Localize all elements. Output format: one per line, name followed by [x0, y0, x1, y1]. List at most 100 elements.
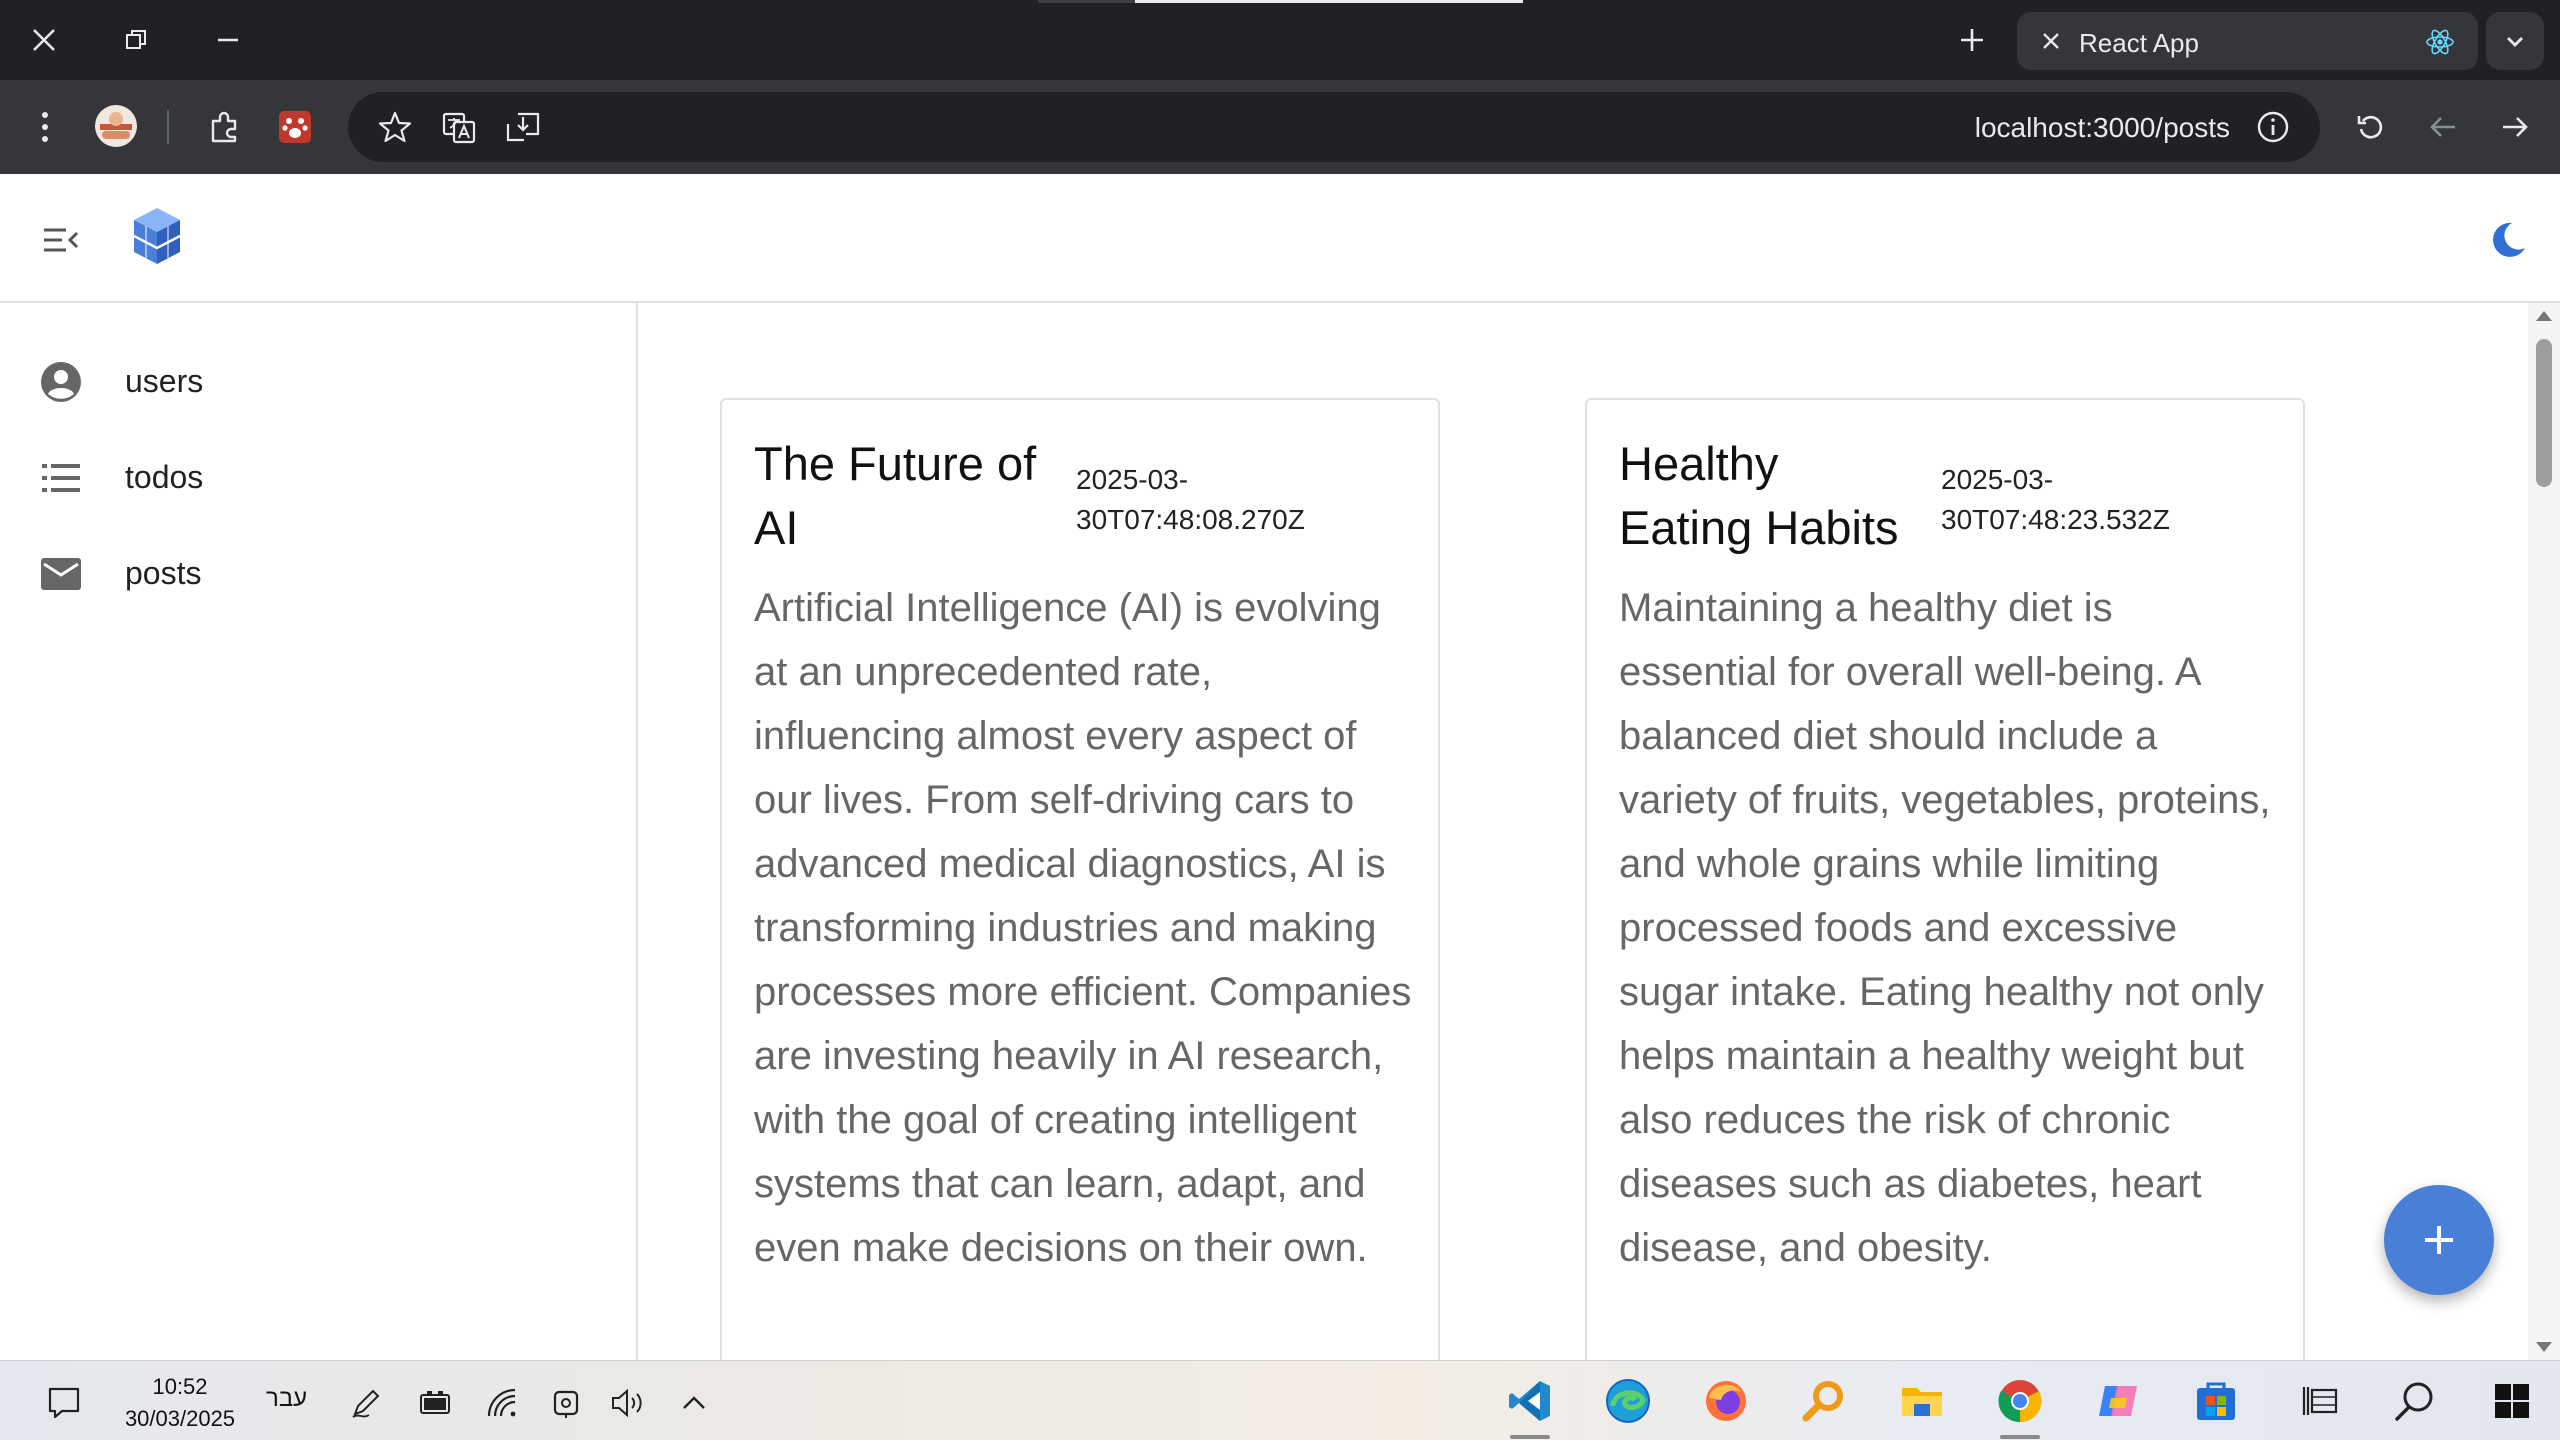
translate-icon[interactable] [440, 108, 478, 146]
taskbar-edge[interactable] [1604, 1377, 1652, 1425]
clock-time: 10:52 [152, 1374, 208, 1399]
restore-icon [126, 30, 146, 49]
input-language[interactable]: עבר [266, 1385, 307, 1413]
browser-tab[interactable]: React App [2017, 12, 2478, 70]
show-hidden-icons-button[interactable] [676, 1385, 712, 1421]
vscode-icon [1509, 1381, 1550, 1421]
wifi-indicator[interactable] [484, 1385, 520, 1421]
tab-title: React App [2079, 28, 2199, 58]
scroll-down-arrow-icon[interactable] [2536, 1342, 2552, 1352]
tab-search-button[interactable] [2486, 12, 2544, 70]
add-post-button[interactable] [2384, 1185, 2494, 1295]
sidebar-item-label: posts [125, 555, 202, 591]
reload-icon [2357, 115, 2383, 139]
reload-button[interactable] [2350, 106, 2392, 148]
sidebar-item-label: users [125, 363, 204, 399]
wifi-icon [487, 1388, 516, 1417]
chrome-icon [1998, 1380, 2042, 1423]
magnifier-orange-icon [1802, 1381, 1843, 1422]
extensions-button[interactable] [204, 106, 246, 148]
post-body: Maintaining a healthy diet is essential … [1619, 586, 2271, 1270]
os-taskbar: 10:52 30/03/2025 עבר [0, 1360, 2560, 1440]
sidebar-item-users[interactable]: users [0, 333, 636, 429]
post-title: The Future of AI [754, 437, 1037, 554]
task-view-icon [2302, 1387, 2338, 1415]
taskbar-copilot[interactable] [2094, 1377, 2142, 1425]
avatar [95, 105, 137, 147]
install-app-icon[interactable] [504, 108, 542, 146]
battery-indicator[interactable] [418, 1385, 454, 1421]
taskbar-store[interactable] [2192, 1377, 2240, 1425]
address-bar[interactable]: localhost:3000/posts [348, 92, 2320, 162]
taskbar-search[interactable] [2390, 1377, 2438, 1425]
mail-icon [41, 558, 81, 590]
url-text: localhost:3000/posts [1974, 112, 2230, 143]
taskbar-vscode[interactable] [1506, 1377, 1554, 1439]
menu-open-icon[interactable] [40, 220, 80, 260]
post-body: Artificial Intelligence (AI) is evolving… [754, 586, 1412, 1270]
store-icon [2197, 1382, 2235, 1420]
extension-button[interactable] [274, 106, 316, 148]
bookmark-star-icon[interactable] [378, 110, 412, 144]
scroll-up-arrow-icon[interactable] [2536, 311, 2552, 321]
window-minimize-button[interactable] [196, 14, 260, 66]
extension-paw-icon [279, 111, 311, 143]
account-circle-icon [41, 362, 81, 402]
windows-logo-icon [2495, 1384, 2529, 1418]
taskbar-task-view[interactable] [2296, 1377, 2344, 1425]
notification-icon [48, 1387, 80, 1419]
forward-button[interactable] [2422, 106, 2464, 148]
sidebar-item-todos[interactable]: todos [0, 429, 636, 525]
sidebar-item-posts[interactable]: posts [0, 525, 636, 621]
tab-close-icon[interactable] [2039, 29, 2063, 53]
posts-grid: The Future of AI 2025-03-30T07:48:08.270… [640, 303, 2520, 1360]
pen-menu-button[interactable] [348, 1385, 384, 1421]
taskbar-chrome[interactable] [1996, 1377, 2044, 1439]
app-logo-icon [133, 208, 181, 264]
camera-icon [553, 1390, 579, 1418]
new-tab-button[interactable] [1952, 20, 1992, 60]
window-close-button[interactable] [12, 14, 76, 66]
more-vertical-icon [42, 112, 48, 142]
post-date: 2025-03-30T07:48:08.270Z [1076, 464, 1305, 535]
dark-mode-toggle-icon[interactable] [2486, 218, 2530, 262]
search-icon [2395, 1382, 2433, 1421]
system-clock[interactable]: 10:52 30/03/2025 [112, 1371, 248, 1435]
back-button[interactable] [2494, 106, 2536, 148]
sidebar: users todos posts [0, 303, 638, 1360]
taskbar-search-app[interactable] [1800, 1377, 1848, 1425]
volume-indicator[interactable] [610, 1385, 646, 1421]
clock-date: 30/03/2025 [124, 1406, 236, 1431]
chevron-down-icon [2507, 37, 2523, 47]
close-icon [33, 29, 55, 51]
list-icon [42, 464, 80, 492]
folder-icon [1902, 1388, 1942, 1416]
plus-icon [2425, 1226, 2453, 1254]
edge-icon [1606, 1379, 1650, 1423]
taskbar-file-explorer[interactable] [1898, 1377, 1946, 1425]
site-info-icon[interactable] [2256, 110, 2290, 144]
taskbar-start[interactable] [2488, 1377, 2536, 1425]
scrollbar-thumb[interactable] [2536, 339, 2552, 487]
post-card: The Future of AI 2025-03-30T07:48:08.270… [720, 398, 1440, 1360]
notifications-button[interactable] [46, 1385, 82, 1421]
arrow-right-icon [2503, 117, 2528, 137]
post-date: 2025-03-30T07:48:23.532Z [1941, 464, 2170, 535]
page-scrollbar[interactable] [2528, 303, 2560, 1360]
window-restore-button[interactable] [104, 14, 168, 66]
firefox-icon [1706, 1381, 1746, 1421]
taskbar-firefox[interactable] [1702, 1377, 1750, 1425]
profile-avatar-button[interactable] [94, 104, 138, 148]
post-title: Healthy Eating Habits [1619, 437, 1899, 554]
app-header [0, 174, 2560, 303]
browser-menu-button[interactable] [24, 106, 66, 148]
page-load-progress [1038, 0, 1523, 3]
react-logo-icon [2426, 29, 2454, 55]
pen-icon [352, 1389, 380, 1418]
post-card: Healthy Eating Habits 2025-03-30T07:48:2… [1585, 398, 2305, 1360]
copilot-icon [2099, 1386, 2137, 1416]
meet-now-indicator[interactable] [548, 1385, 584, 1421]
battery-icon [420, 1391, 450, 1414]
chevron-up-icon [683, 1396, 705, 1409]
browser-toolbar: localhost:3000/posts [0, 80, 2560, 174]
